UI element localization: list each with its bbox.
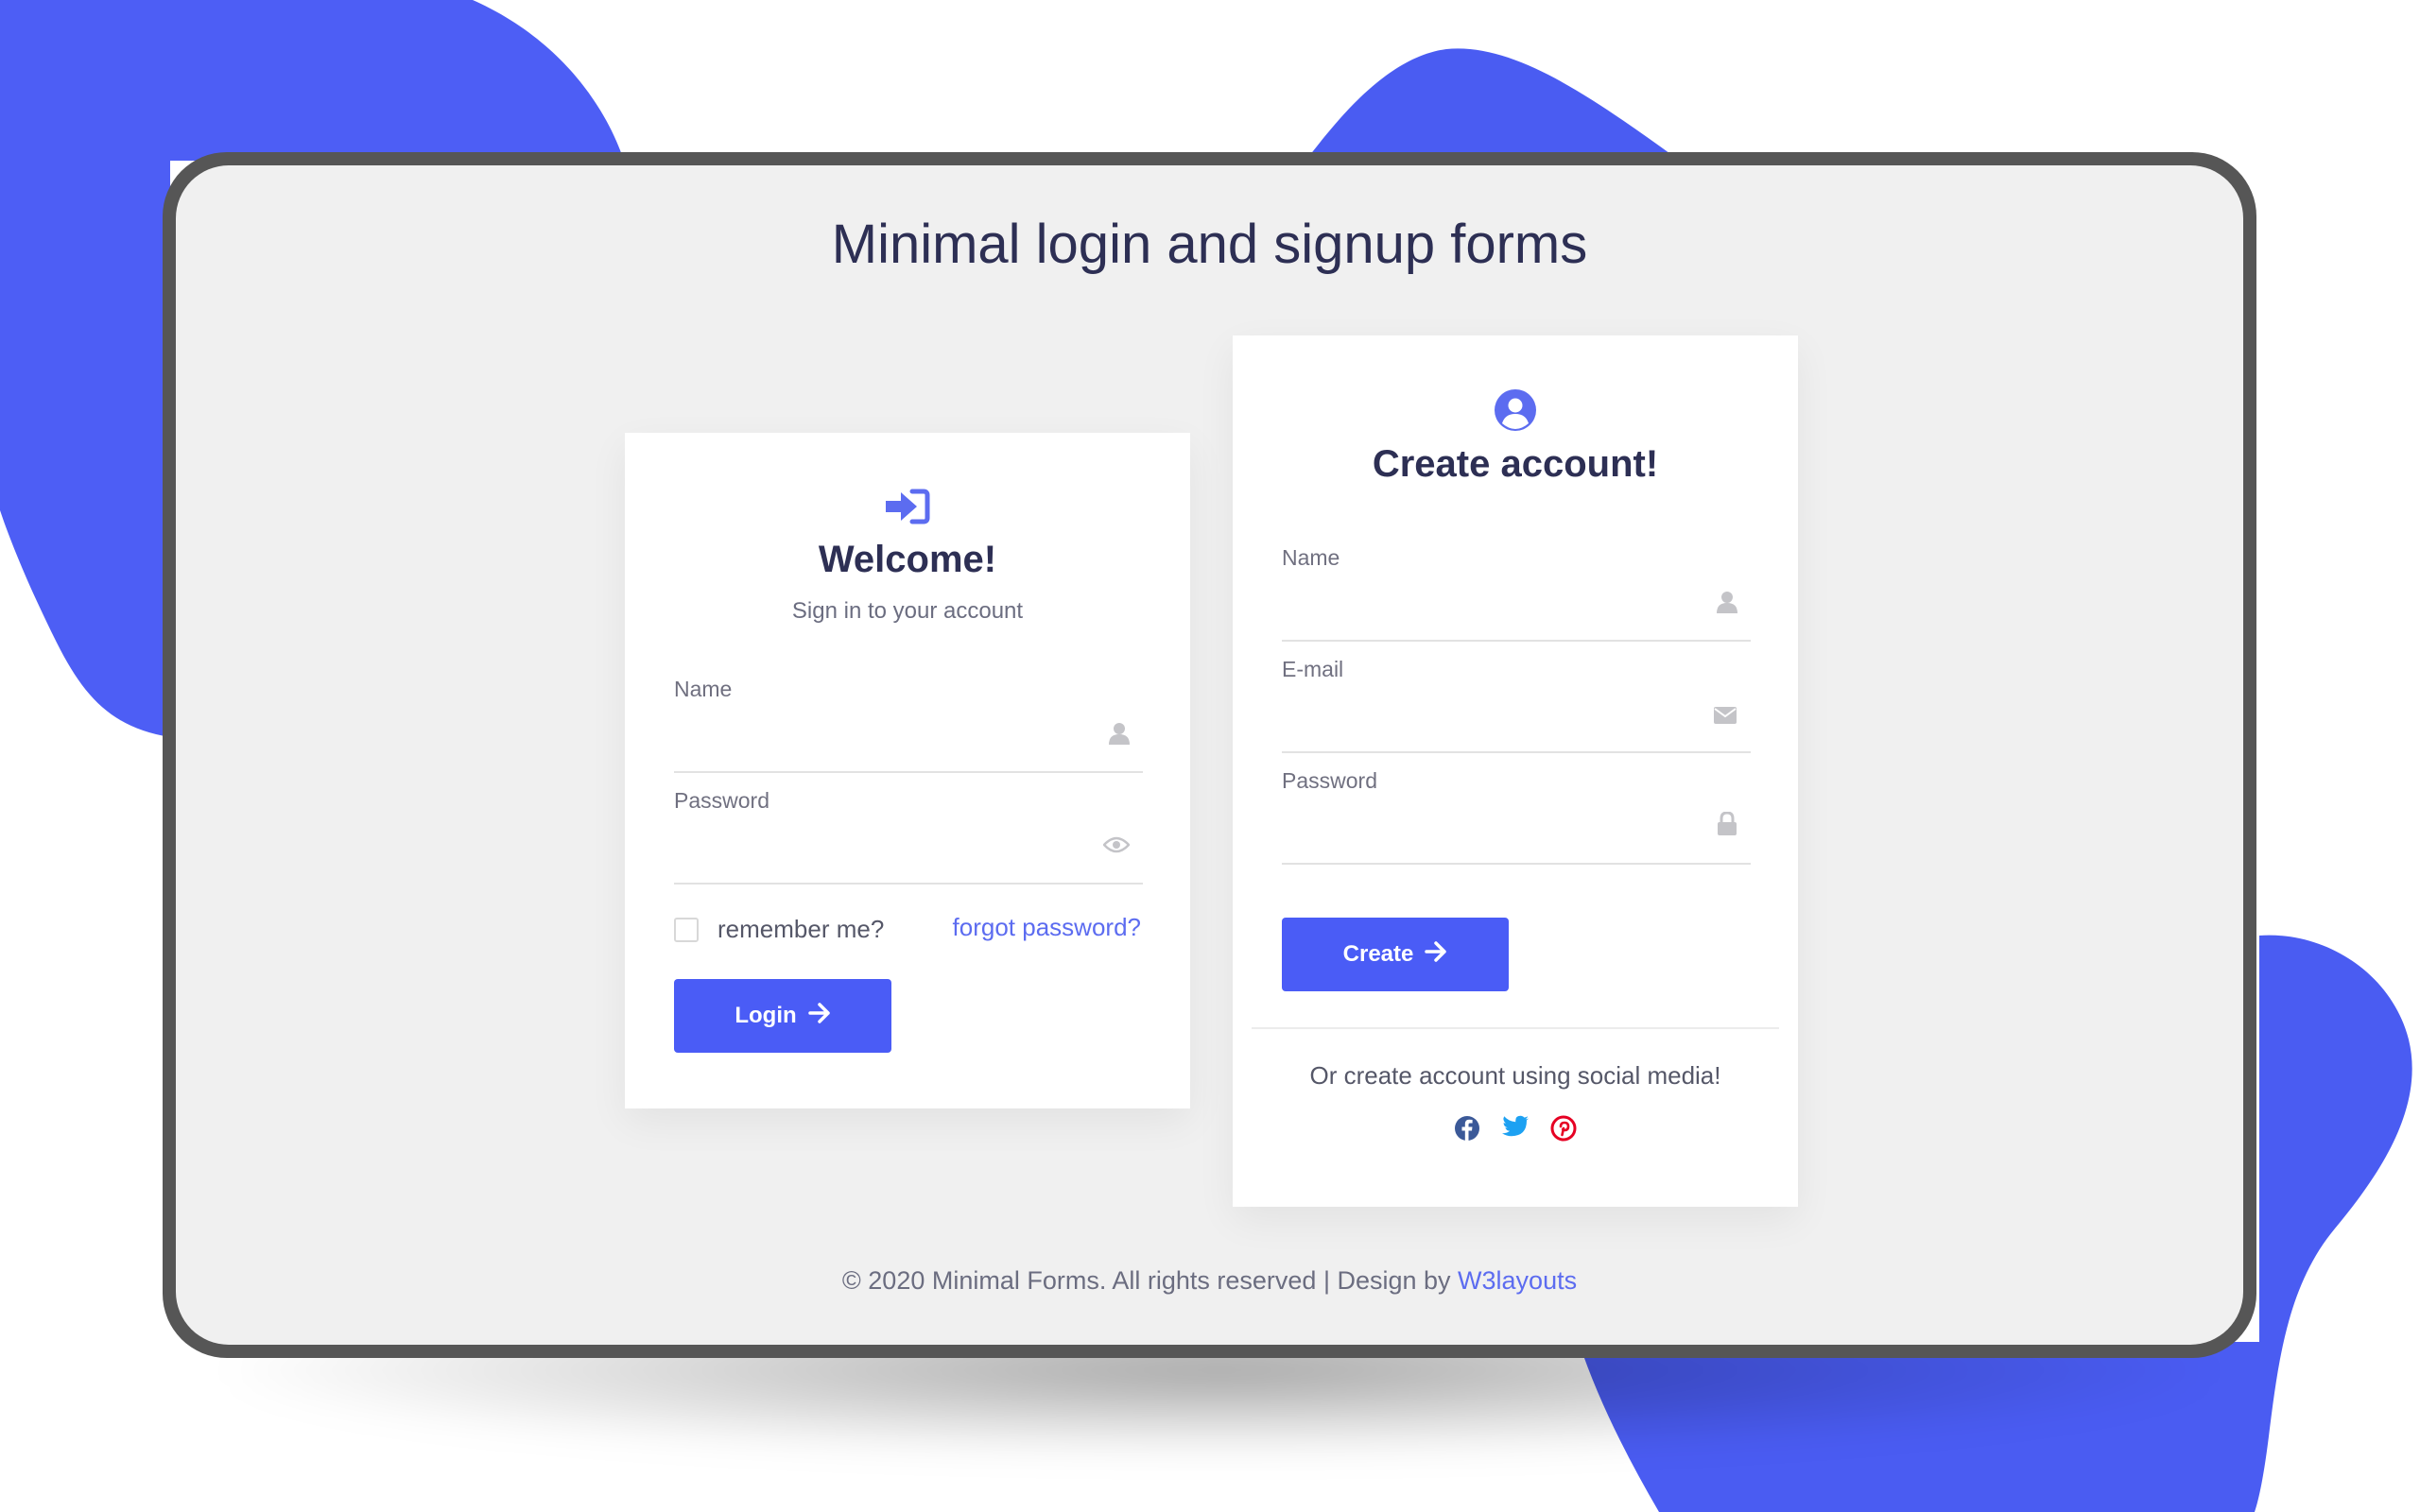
signup-name-field: Name xyxy=(1282,545,1751,644)
login-name-input[interactable] xyxy=(674,701,1109,762)
screen: Minimal login and signup forms Welcome! … xyxy=(176,165,2243,1345)
signup-title: Create account! xyxy=(1372,443,1659,485)
user-icon xyxy=(1717,591,1737,618)
login-password-input[interactable] xyxy=(674,813,1109,873)
remember-checkbox[interactable] xyxy=(674,917,699,942)
login-button[interactable]: Login xyxy=(674,979,891,1053)
password-label: Password xyxy=(674,788,769,813)
password-label: Password xyxy=(1282,768,1377,793)
signup-name-input[interactable] xyxy=(1282,570,1717,630)
password-underline xyxy=(674,883,1143,885)
login-name-field: Name xyxy=(674,677,1143,775)
user-icon xyxy=(1109,722,1130,749)
login-subtitle: Sign in to your account xyxy=(791,598,1024,624)
name-underline xyxy=(674,771,1143,773)
create-button[interactable]: Create xyxy=(1282,918,1509,991)
name-label: Name xyxy=(674,677,733,701)
social-text: Or create account using social media! xyxy=(1309,1061,1721,1090)
signup-email-input[interactable] xyxy=(1282,681,1717,742)
facebook-icon[interactable] xyxy=(1454,1115,1480,1146)
twitter-icon[interactable] xyxy=(1501,1115,1530,1146)
remember-label: remember me? xyxy=(717,915,885,943)
lock-icon xyxy=(1717,811,1737,841)
login-card: Welcome! Sign in to your account Name Pa… xyxy=(625,433,1190,1108)
email-underline xyxy=(1282,751,1751,753)
sign-in-icon xyxy=(625,488,1190,525)
footer: © 2020 Minimal Forms. All rights reserve… xyxy=(176,1266,2243,1296)
email-label: E-mail xyxy=(1282,657,1344,681)
pinterest-icon[interactable] xyxy=(1550,1115,1577,1146)
signup-card: Create account! Name E-mail Password Cre… xyxy=(1233,335,1798,1207)
social-links xyxy=(1233,1115,1798,1146)
footer-link[interactable]: W3layouts xyxy=(1458,1266,1577,1295)
name-label: Name xyxy=(1282,545,1340,570)
create-button-label: Create xyxy=(1342,941,1414,967)
envelope-icon xyxy=(1713,706,1737,730)
divider xyxy=(1252,1027,1779,1029)
name-underline xyxy=(1282,640,1751,642)
password-underline xyxy=(1282,863,1751,865)
forgot-password-link[interactable]: forgot password? xyxy=(953,913,1141,942)
page-title: Minimal login and signup forms xyxy=(831,214,1588,275)
login-button-label: Login xyxy=(735,1003,797,1028)
signup-password-field: Password xyxy=(1282,768,1751,867)
arrow-right-icon xyxy=(1425,940,1447,969)
top-center-blob xyxy=(1309,48,1673,157)
footer-text: © 2020 Minimal Forms. All rights reserve… xyxy=(841,1266,1451,1295)
signup-password-input[interactable] xyxy=(1282,793,1717,853)
arrow-right-icon xyxy=(807,1002,831,1030)
remember-me: remember me? xyxy=(674,915,884,944)
eye-icon[interactable] xyxy=(1102,835,1131,859)
login-title: Welcome! xyxy=(818,539,997,580)
signup-email-field: E-mail xyxy=(1282,657,1751,755)
login-password-field: Password xyxy=(674,788,1143,886)
user-circle-icon xyxy=(1233,388,1798,432)
